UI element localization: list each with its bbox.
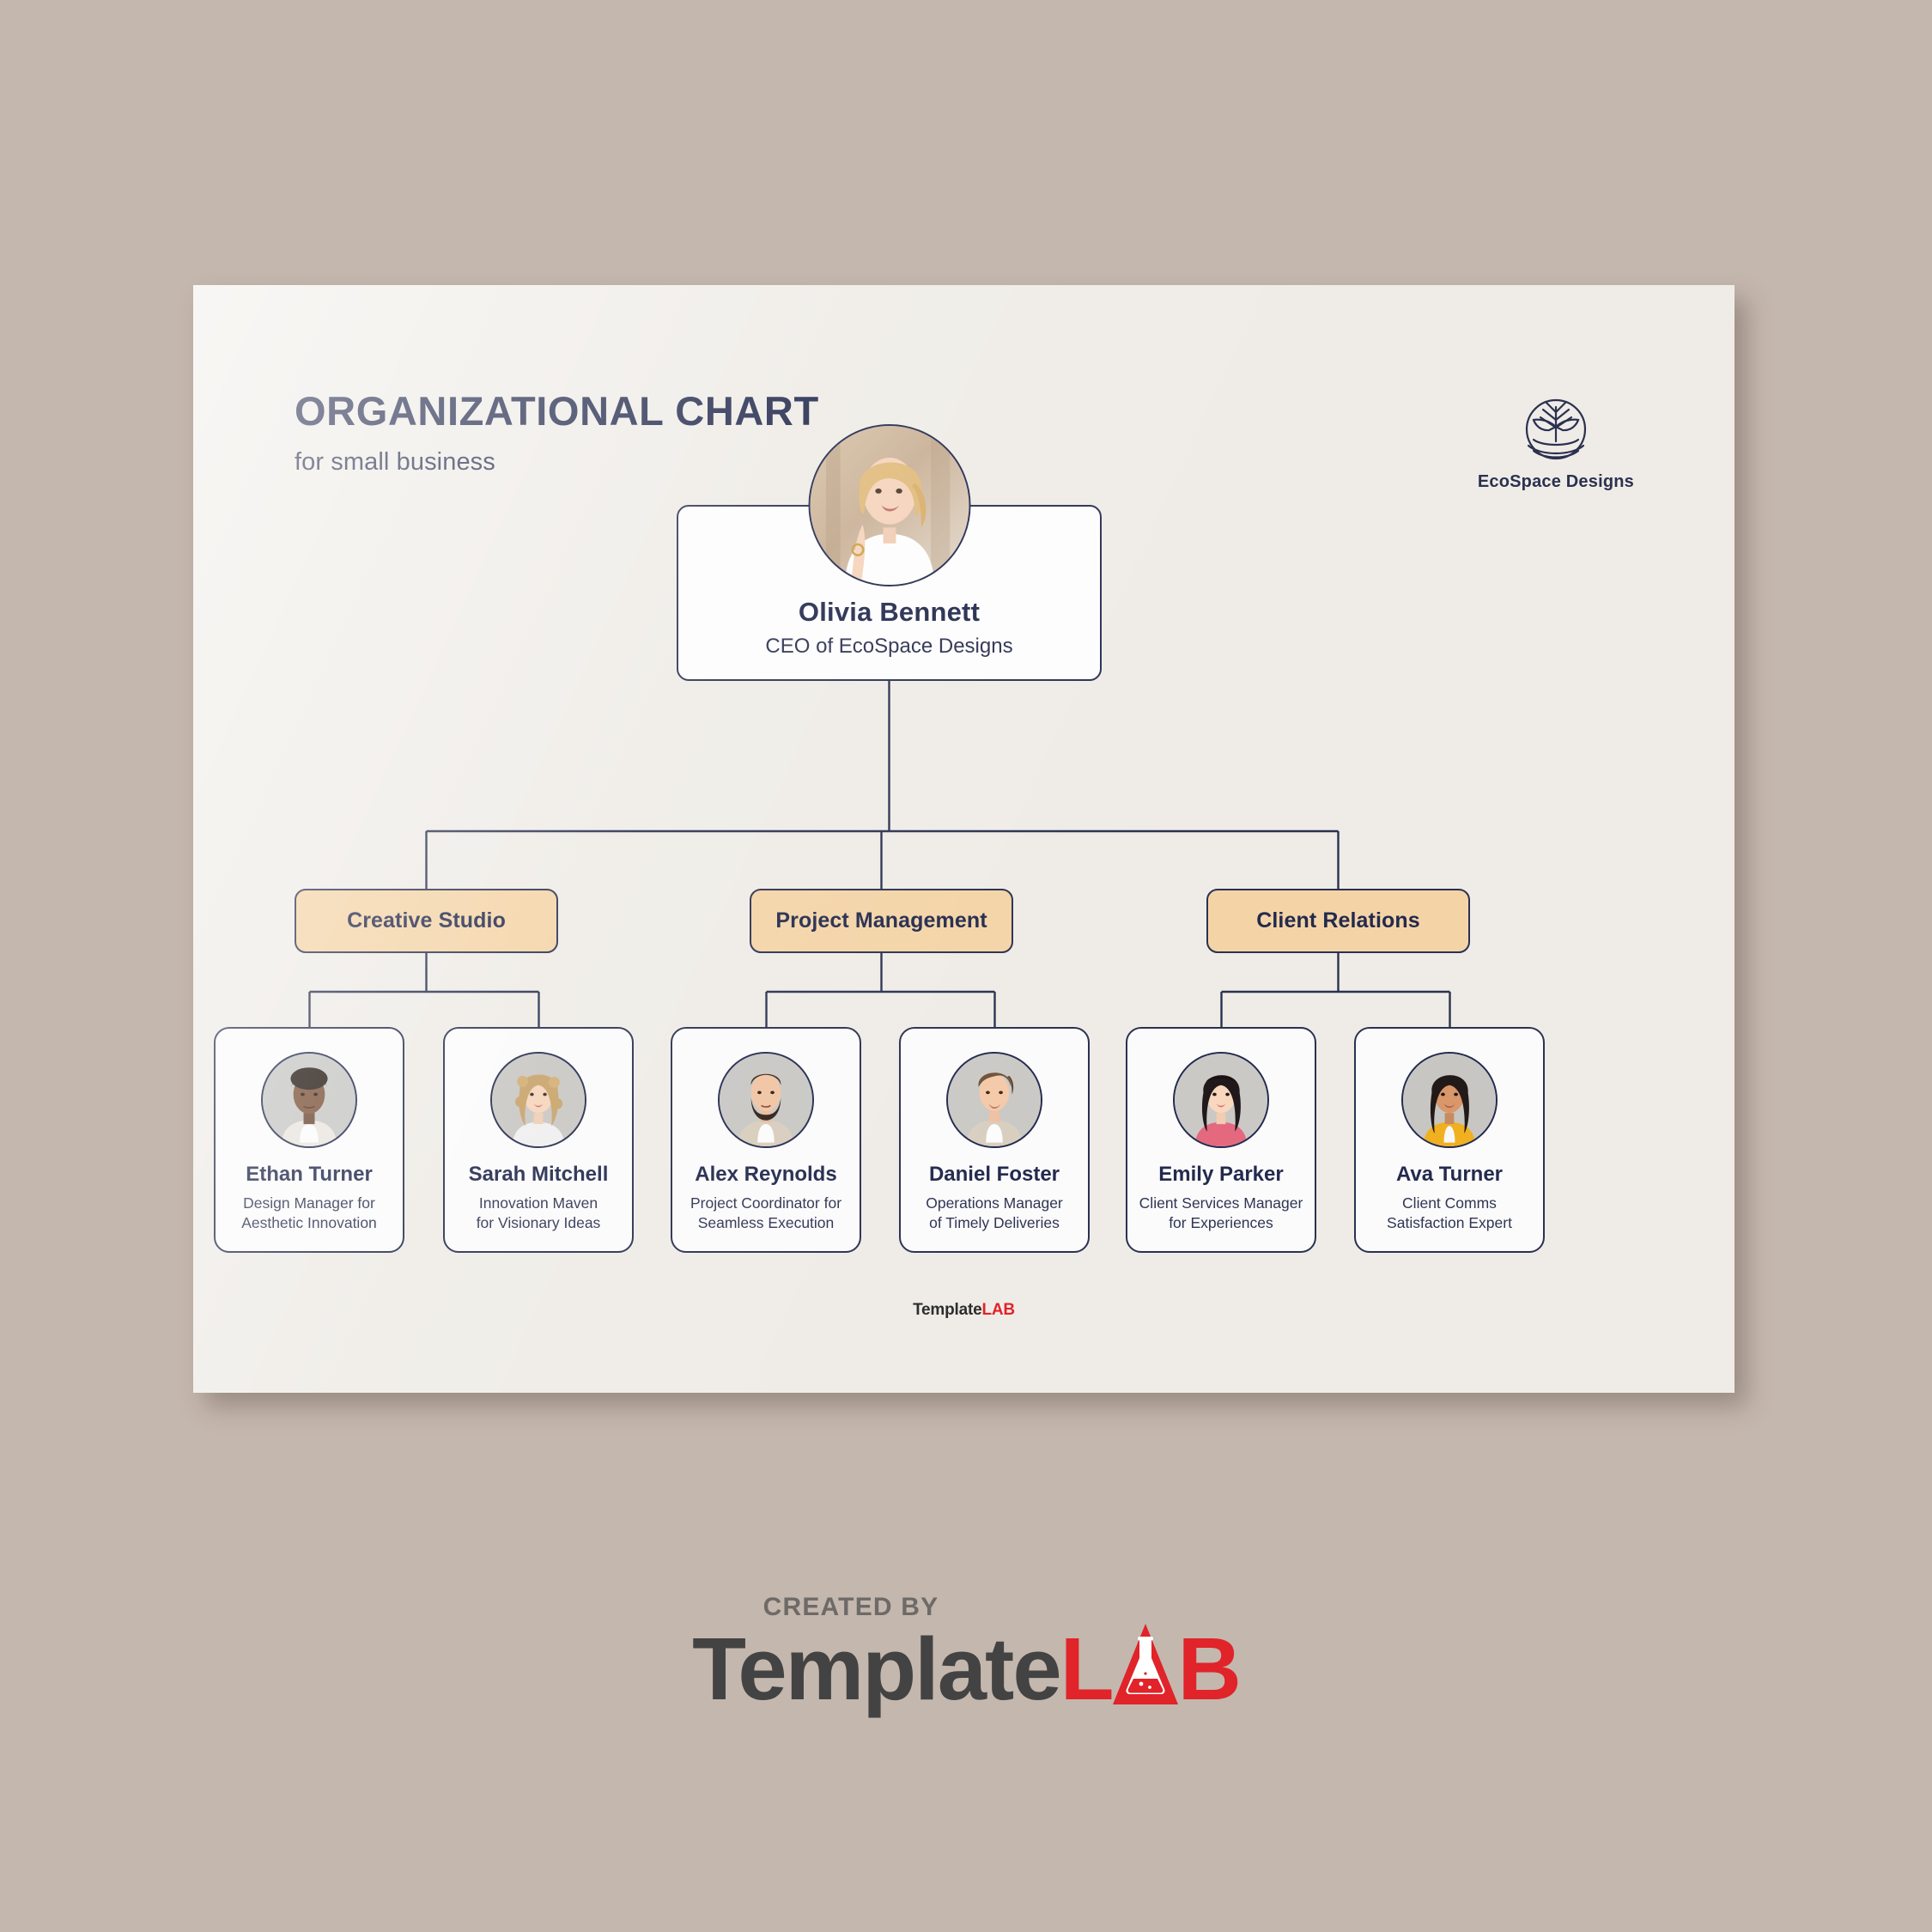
employee-role: Client Services Manager for Experiences: [1139, 1194, 1303, 1232]
employee-card-ethan-turner[interactable]: Ethan Turner Design Manager for Aestheti…: [214, 1027, 404, 1253]
logo-l-text: L: [1060, 1619, 1115, 1718]
employee-name: Daniel Foster: [928, 1163, 1060, 1186]
ceo-role: CEO of EcoSpace Designs: [765, 635, 1013, 658]
avatar-olivia-bennett: [808, 424, 970, 586]
flask-icon: [1112, 1617, 1178, 1704]
avatar-daniel-foster: [946, 1052, 1042, 1148]
employee-name: Ava Turner: [1395, 1163, 1504, 1186]
employee-card-alex-reynolds[interactable]: Alex Reynolds Project Coordinator for Se…: [671, 1027, 861, 1253]
employee-name: Ethan Turner: [246, 1163, 373, 1186]
employee-role: Project Coordinator for Seamless Executi…: [690, 1194, 842, 1232]
created-by-watermark: CREATED BY Template L B: [0, 1593, 1932, 1720]
employee-name: Alex Reynolds: [695, 1163, 837, 1186]
avatar-alex-reynolds: [718, 1052, 814, 1148]
logo-b-text: B: [1177, 1619, 1242, 1718]
avatar-ava-turner: [1401, 1052, 1498, 1148]
employee-name: Emily Parker: [1158, 1163, 1284, 1186]
document-page: ORGANIZATIONAL CHART for small business: [193, 285, 1735, 1393]
department-label: Creative Studio: [347, 908, 506, 933]
employee-role: Design Manager for Aesthetic Innovation: [241, 1194, 377, 1232]
avatar-ethan-turner: [261, 1052, 357, 1148]
department-box-creative-studio[interactable]: Creative Studio: [295, 889, 558, 953]
employee-role: Client Comms Satisfaction Expert: [1387, 1194, 1512, 1232]
ceo-name: Olivia Bennett: [798, 597, 981, 627]
department-box-client-relations[interactable]: Client Relations: [1206, 889, 1470, 953]
employee-card-daniel-foster[interactable]: Daniel Foster Operations Manager of Time…: [899, 1027, 1090, 1253]
department-box-project-management[interactable]: Project Management: [750, 889, 1013, 953]
inner-templatelab-mark: TemplateLAB: [193, 1301, 1735, 1320]
inner-mark-template: Template: [913, 1301, 982, 1319]
ceo-card[interactable]: Olivia Bennett CEO of EcoSpace Designs: [677, 424, 1102, 681]
logo-template-text: Template: [692, 1619, 1062, 1718]
org-chart: Olivia Bennett CEO of EcoSpace Designs C…: [193, 285, 1735, 1393]
templatelab-logo: Template L B: [692, 1617, 1242, 1720]
avatar-emily-parker: [1173, 1052, 1269, 1148]
employee-role: Operations Manager of Timely Deliveries: [926, 1194, 1063, 1232]
department-label: Project Management: [775, 908, 987, 933]
department-label: Client Relations: [1256, 908, 1420, 933]
inner-mark-lab: LAB: [981, 1301, 1015, 1319]
employee-card-sarah-mitchell[interactable]: Sarah Mitchell Innovation Maven for Visi…: [443, 1027, 634, 1253]
avatar-sarah-mitchell: [490, 1052, 586, 1148]
employee-role: Innovation Maven for Visionary Ideas: [476, 1194, 601, 1232]
employee-card-ava-turner[interactable]: Ava Turner Client Comms Satisfaction Exp…: [1354, 1027, 1545, 1253]
employee-name: Sarah Mitchell: [468, 1163, 609, 1186]
employee-card-emily-parker[interactable]: Emily Parker Client Services Manager for…: [1126, 1027, 1316, 1253]
